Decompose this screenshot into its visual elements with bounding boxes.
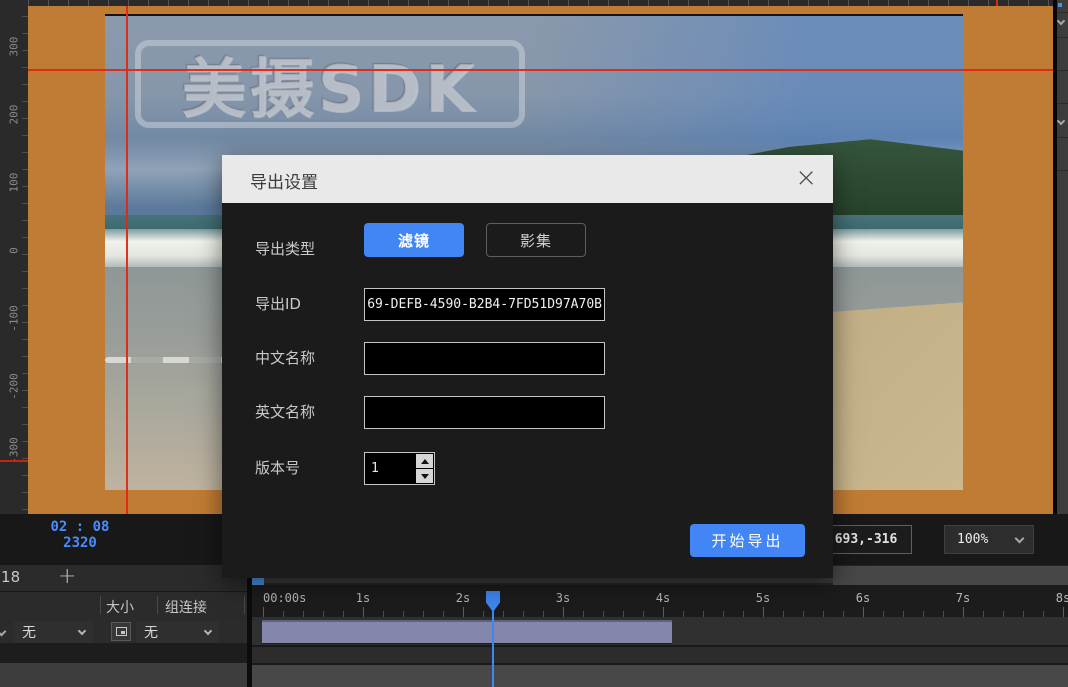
- add-icon[interactable]: +: [58, 565, 76, 589]
- time-tick-label: 3s: [555, 591, 571, 605]
- ruler-ticks-major: [263, 607, 1068, 617]
- time-tick-label: 2s: [455, 591, 471, 605]
- left-ruler: 300 200 100 0 -100 -200 -300: [0, 0, 28, 514]
- app-window: 美摄SDK 300 200 100 0 -100 -200 -300 02 : …: [0, 0, 1068, 687]
- column-divider: [100, 596, 101, 614]
- size-label: 大小: [106, 600, 134, 616]
- clip-panel-labels-row: 大小 组连接: [0, 591, 247, 617]
- panel-band-light: [0, 663, 247, 687]
- export-id-field[interactable]: 69-DEFB-4590-B2B4-7FD51D97A70B: [364, 288, 605, 321]
- right-panel-edge: [1056, 0, 1068, 565]
- export-type-label: 导出类型: [255, 240, 316, 258]
- chevron-down-icon[interactable]: [0, 626, 7, 637]
- row-divider: [1057, 170, 1068, 171]
- blend-dropdown-1[interactable]: 无: [14, 621, 93, 643]
- horizontal-guide-line[interactable]: [28, 69, 1053, 71]
- row-divider: [1057, 137, 1068, 138]
- left-ruler-guide-tick: [0, 460, 28, 462]
- ruler-label: -200: [7, 373, 21, 400]
- version-spinner[interactable]: 1: [364, 452, 435, 485]
- chinese-name-label: 中文名称: [255, 349, 316, 367]
- vertical-guide-line[interactable]: [126, 6, 128, 514]
- time-tick-label: 4s: [655, 591, 671, 605]
- english-name-input[interactable]: [365, 397, 604, 428]
- export-settings-dialog: 导出设置 × 导出类型 滤镜 影集 导出ID 69-DEFB-4590-B2B4…: [222, 155, 833, 578]
- time-tick-label: 00:00s: [263, 591, 307, 605]
- clip-panel-header-row: :18 +: [0, 565, 247, 591]
- timeline-track-3[interactable]: [252, 663, 1068, 687]
- ruler-label: 100: [7, 172, 21, 193]
- clip-duration-label: :18: [0, 568, 21, 586]
- timeline-track-1[interactable]: [252, 617, 1068, 645]
- timeline-scroll-corner: [833, 566, 1068, 585]
- english-name-field-wrap: [364, 396, 605, 429]
- chevron-down-icon[interactable]: [1056, 16, 1066, 26]
- ruler-label: 0: [7, 247, 21, 254]
- version-value: 1: [371, 461, 379, 476]
- ruler-label: -100: [7, 305, 21, 332]
- chevron-down-icon: [1014, 533, 1025, 543]
- timeline-clip[interactable]: [262, 620, 672, 644]
- blend-dropdown-2[interactable]: 无: [136, 621, 219, 643]
- dialog-title: 导出设置: [250, 173, 318, 193]
- position-readout: 693,-316: [820, 525, 912, 554]
- sdk-watermark: 美摄SDK: [135, 40, 525, 128]
- chinese-name-input[interactable]: [365, 343, 604, 374]
- export-id-label: 导出ID: [255, 295, 301, 313]
- chinese-name-field-wrap: [364, 342, 605, 375]
- timecode-time: 02 : 08: [50, 519, 110, 535]
- english-name-label: 英文名称: [255, 403, 316, 421]
- zoom-select[interactable]: 100%: [944, 525, 1034, 554]
- time-tick-label: 6s: [855, 591, 871, 605]
- row-divider: [1057, 103, 1068, 104]
- column-divider: [244, 596, 245, 614]
- ruler-label: -300: [7, 437, 21, 464]
- clip-panel-controls-row: 无 无: [0, 617, 247, 643]
- row-divider: [1057, 12, 1068, 13]
- dropdown-value: 无: [22, 625, 36, 641]
- time-tick-label: 1s: [355, 591, 371, 605]
- playhead-line: [492, 609, 494, 687]
- time-tick-label: 7s: [955, 591, 971, 605]
- panel-marker: [1058, 3, 1062, 7]
- timeline-ruler[interactable]: 00:00s 1s 2s 3s 4s 5s 6s 7s 8s: [252, 585, 1068, 617]
- zoom-value: 100%: [957, 532, 989, 547]
- group-link-label: 组连接: [165, 600, 207, 616]
- row-divider: [1057, 37, 1068, 38]
- export-id-value: 69-DEFB-4590-B2B4-7FD51D97A70B: [367, 297, 602, 312]
- start-export-button[interactable]: 开始导出: [690, 524, 805, 557]
- column-divider: [157, 596, 158, 614]
- spin-up-button[interactable]: [416, 454, 433, 468]
- row-divider: [1057, 70, 1068, 71]
- dropdown-value: 无: [144, 625, 158, 641]
- ruler-label: 300: [7, 36, 21, 57]
- chevron-down-icon[interactable]: [1056, 116, 1066, 126]
- resize-mode-button[interactable]: [111, 622, 131, 641]
- time-tick-label: 8s: [1055, 591, 1068, 605]
- panel-band-dark: [0, 643, 247, 663]
- spin-down-button[interactable]: [416, 469, 433, 483]
- frame-icon: [115, 627, 127, 636]
- close-icon[interactable]: ×: [795, 162, 817, 194]
- chevron-down-icon: [203, 626, 213, 635]
- clip-properties-panel: :18 + 大小 组连接 无 无: [0, 565, 247, 687]
- ruler-label: 200: [7, 104, 21, 125]
- version-label: 版本号: [255, 459, 301, 477]
- triangle-down-icon: [420, 473, 429, 479]
- triangle-up-icon: [420, 458, 429, 464]
- timeline-track-2[interactable]: [252, 645, 1068, 663]
- time-tick-label: 5s: [755, 591, 771, 605]
- filter-option-button[interactable]: 滤镜: [364, 223, 464, 257]
- timeline-panel[interactable]: 00:00s 1s 2s 3s 4s 5s 6s 7s 8s: [252, 565, 1068, 687]
- dialog-header[interactable]: 导出设置 ×: [222, 155, 833, 203]
- chevron-down-icon: [77, 626, 87, 635]
- album-option-button[interactable]: 影集: [486, 223, 586, 257]
- timecode-frame: 2320: [63, 535, 97, 551]
- timecode-display: 02 : 08 2320: [38, 519, 122, 551]
